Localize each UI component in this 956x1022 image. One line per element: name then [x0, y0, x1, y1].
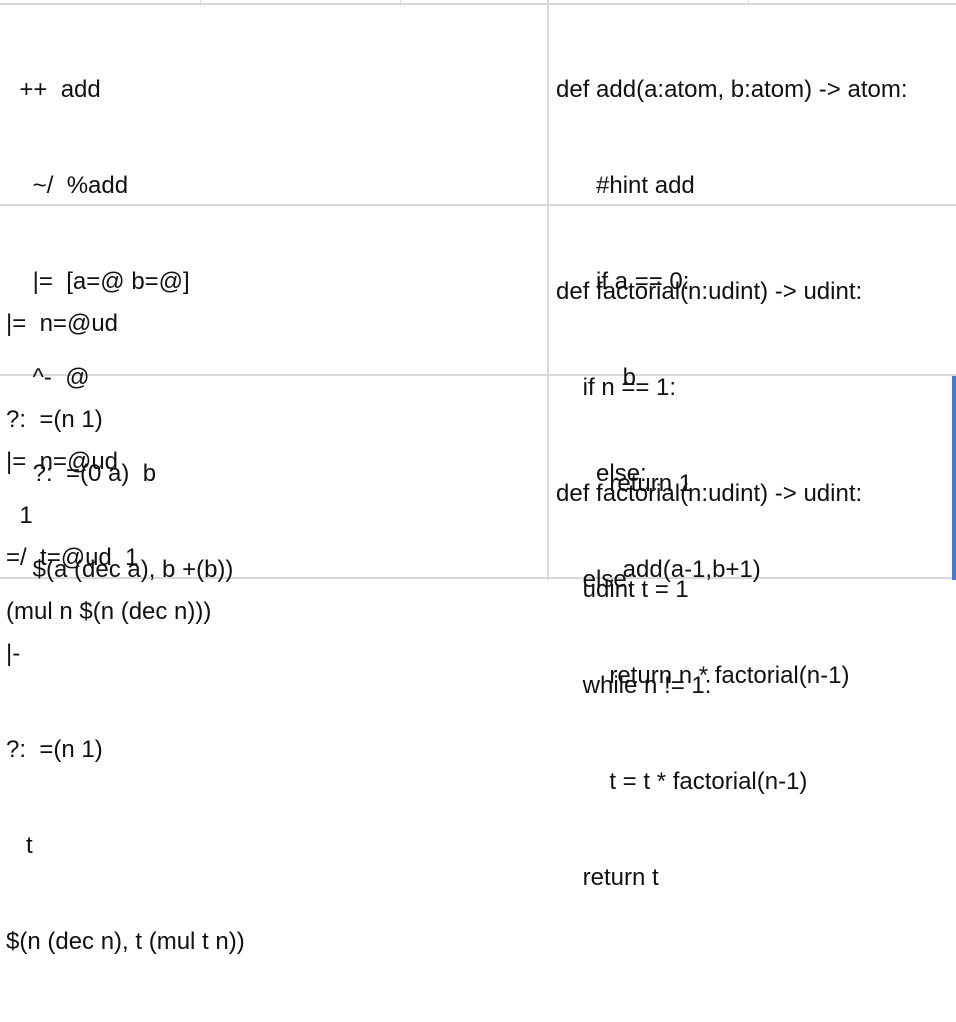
cell-python-factorial-loop[interactable]: def factorial(n:udint) -> udint: udint t… [556, 414, 862, 958]
code-line: |- [6, 640, 21, 667]
code-line: def factorial(n:udint) -> udint: [556, 480, 863, 507]
code-line: ?: =(n 1) [6, 736, 103, 763]
code-line: t [6, 832, 33, 859]
code-line: def add(a:atom, b:atom) -> atom: [556, 76, 908, 103]
code-line: |= n=@ud [6, 448, 119, 475]
spreadsheet-grid: ++ add ~/ %add |= [a=@ b=@] ^- @ ?: =(0 … [0, 0, 956, 955]
code-line: if n == 1: [556, 374, 677, 401]
column-border [547, 0, 549, 580]
code-line: =/ t=@ud 1 [6, 544, 139, 571]
cell-hoon-factorial-loop[interactable]: |= n=@ud =/ t=@ud 1 |- ?: =(n 1) t $(n (… [6, 382, 245, 1022]
row-border-top [0, 3, 956, 5]
code-line: t = t * factorial(n-1) [556, 768, 808, 795]
code-line: #hint add [556, 172, 695, 199]
code-line: while n != 1: [556, 672, 712, 699]
code-line: ++ add [6, 76, 101, 103]
selection-edge [952, 376, 956, 580]
code-line: def factorial(n:udint) -> udint: [556, 278, 863, 305]
code-line: ~/ %add [6, 172, 129, 199]
code-line: $(n (dec n), t (mul t n)) [6, 928, 245, 955]
code-line: udint t = 1 [556, 576, 689, 603]
code-line: return t [556, 864, 659, 891]
code-line: |= n=@ud [6, 310, 119, 337]
